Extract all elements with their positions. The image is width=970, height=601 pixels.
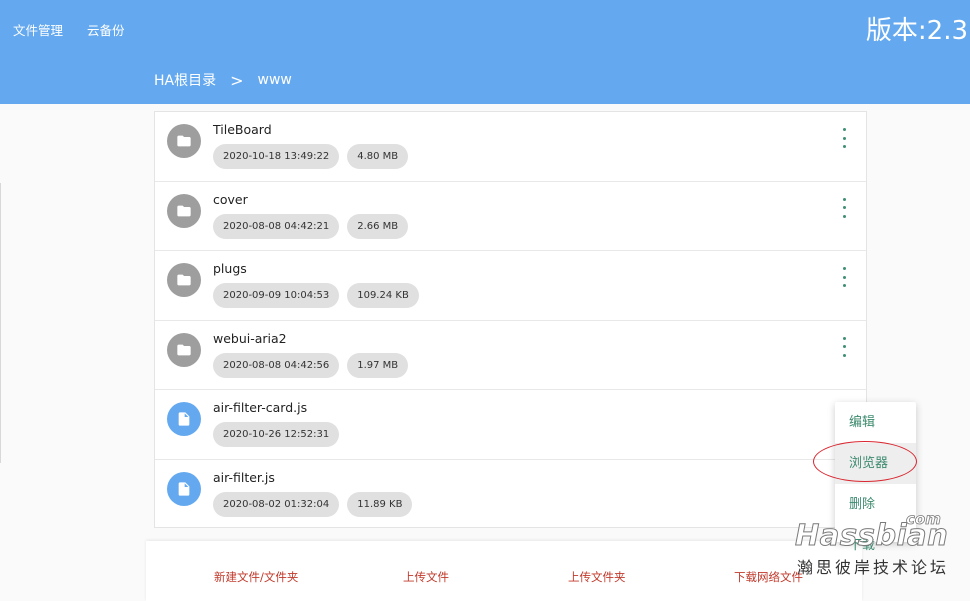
file-name[interactable]: air-filter.js bbox=[213, 470, 275, 485]
file-name[interactable]: TileBoard bbox=[213, 122, 272, 137]
list-item[interactable]: air-filter-card.js 2020-10-26 12:52:31 bbox=[155, 390, 866, 460]
list-item[interactable]: cover 2020-08-08 04:42:21 2.66 MB bbox=[155, 182, 866, 251]
nav-cloud-backup[interactable]: 云备份 bbox=[87, 20, 125, 39]
menu-item-delete[interactable]: 删除 bbox=[835, 484, 916, 525]
file-name[interactable]: webui-aria2 bbox=[213, 331, 287, 346]
size-chip: 1.97 MB bbox=[347, 352, 409, 378]
list-item[interactable]: plugs 2020-09-09 10:04:53 109.24 KB bbox=[155, 251, 866, 321]
list-item[interactable]: webui-aria2 2020-08-08 04:42:56 1.97 MB bbox=[155, 321, 866, 390]
date-chip: 2020-08-02 01:32:04 bbox=[213, 491, 340, 517]
size-chip: 109.24 KB bbox=[347, 283, 419, 308]
menu-item-download[interactable]: 下载 bbox=[835, 525, 916, 566]
list-item[interactable]: air-filter.js 2020-08-02 01:32:04 11.89 … bbox=[155, 460, 866, 530]
folder-icon bbox=[167, 124, 201, 158]
divider bbox=[0, 183, 1, 463]
nav-file-manager[interactable]: 文件管理 bbox=[13, 20, 63, 39]
file-list: TileBoard 2020-10-18 13:49:22 4.80 MB co… bbox=[154, 111, 867, 528]
date-chip: 2020-09-09 10:04:53 bbox=[213, 283, 340, 308]
app-header: 文件管理 云备份 版本:2.3 HA根目录 > www bbox=[0, 0, 970, 104]
breadcrumb: HA根目录 > www bbox=[154, 70, 292, 90]
date-chip: 2020-08-08 04:42:56 bbox=[213, 352, 340, 378]
date-chip: 2020-10-18 13:49:22 bbox=[213, 144, 340, 169]
version-label: 版本:2.3 bbox=[865, 16, 968, 46]
list-item[interactable]: TileBoard 2020-10-18 13:49:22 4.80 MB bbox=[155, 112, 866, 182]
context-menu: 编辑 浏览器 删除 下载 bbox=[835, 402, 916, 553]
date-chip: 2020-08-08 04:42:21 bbox=[213, 213, 340, 239]
menu-item-edit[interactable]: 编辑 bbox=[835, 402, 916, 443]
top-nav: 文件管理 云备份 bbox=[13, 20, 125, 39]
size-chip: 2.66 MB bbox=[347, 213, 409, 239]
folder-icon bbox=[167, 263, 201, 297]
date-chip: 2020-10-26 12:52:31 bbox=[213, 422, 340, 447]
file-icon bbox=[167, 402, 201, 436]
more-vert-icon[interactable] bbox=[838, 336, 850, 357]
breadcrumb-root[interactable]: HA根目录 bbox=[154, 70, 216, 90]
breadcrumb-current: www bbox=[257, 72, 292, 88]
folder-icon bbox=[167, 193, 201, 228]
action-bar: 新建文件/文件夹 上传文件 上传文件夹 下载网络文件 bbox=[146, 541, 862, 601]
size-chip: 4.80 MB bbox=[347, 144, 409, 169]
file-name[interactable]: cover bbox=[213, 192, 248, 207]
more-vert-icon[interactable] bbox=[838, 267, 850, 287]
size-chip: 11.89 KB bbox=[347, 491, 413, 517]
more-vert-icon[interactable] bbox=[838, 197, 850, 218]
menu-item-browser[interactable]: 浏览器 bbox=[835, 443, 916, 484]
file-name[interactable]: plugs bbox=[213, 261, 247, 276]
more-vert-icon[interactable] bbox=[838, 128, 850, 148]
chevron-right-icon: > bbox=[230, 70, 244, 90]
folder-icon bbox=[167, 332, 201, 367]
file-name[interactable]: air-filter-card.js bbox=[213, 400, 307, 415]
file-icon bbox=[167, 471, 201, 506]
